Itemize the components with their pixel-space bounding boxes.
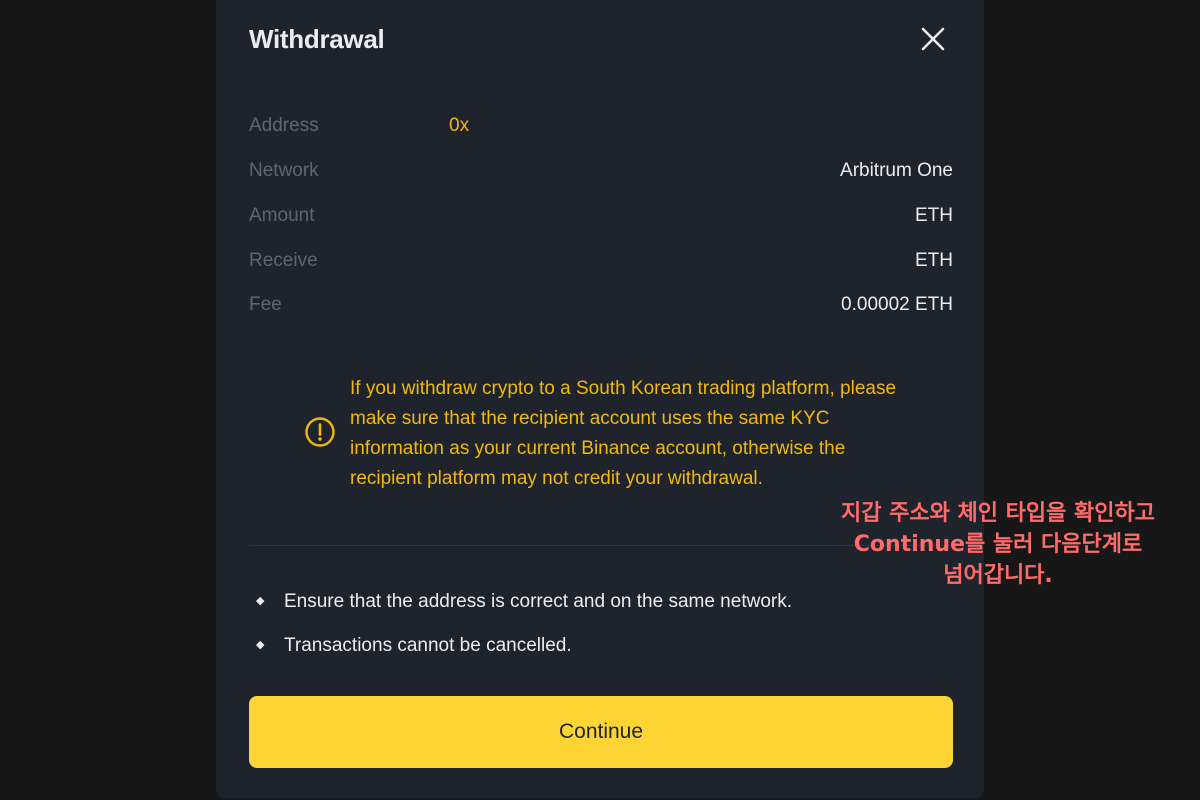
warning-text: If you withdraw crypto to a South Korean… [350,378,897,489]
detail-row-fee: Fee 0.00002 ETH [249,294,953,322]
receive-value: ETH [915,250,953,271]
annotation-line: Continue를 눌러 다음단계로 [853,532,1143,557]
notice-item: ◆ Ensure that the address is correct and … [256,591,792,613]
amount-label: Amount [249,205,315,226]
bullet-icon: ◆ [256,595,265,607]
fee-value: 0.00002 ETH [841,294,953,315]
annotation-line: 넘어갑니다. [943,563,1053,588]
dialog-title: Withdrawal [249,24,385,54]
detail-row-amount: Amount ETH [249,205,953,233]
notice-text: Transactions cannot be cancelled. [284,635,572,656]
amount-value: ETH [915,205,953,226]
network-label: Network [249,160,319,181]
annotation-caption: 지갑 주소와 체인 타입을 확인하고 Continue를 눌러 다음단계로 넘어… [806,498,1190,591]
warning-circle-icon [305,417,335,447]
close-button[interactable] [916,22,950,56]
withdrawal-dialog: Withdrawal Address 0x Network Arbitrum O… [216,0,984,798]
notice-item: ◆ Transactions cannot be cancelled. [256,635,572,657]
fee-label: Fee [249,294,282,315]
close-icon [921,27,945,51]
detail-row-receive: Receive ETH [249,250,953,278]
detail-row-address: Address 0x [249,115,953,143]
notice-text: Ensure that the address is correct and o… [284,591,792,612]
detail-row-network: Network Arbitrum One [249,160,953,188]
address-label: Address [249,115,319,136]
address-value: 0x [449,115,470,136]
continue-button[interactable]: Continue [249,696,953,768]
network-value: Arbitrum One [840,160,953,181]
bullet-icon: ◆ [256,639,265,651]
receive-label: Receive [249,250,318,271]
annotation-line: 지갑 주소와 체인 타입을 확인하고 [841,501,1155,526]
